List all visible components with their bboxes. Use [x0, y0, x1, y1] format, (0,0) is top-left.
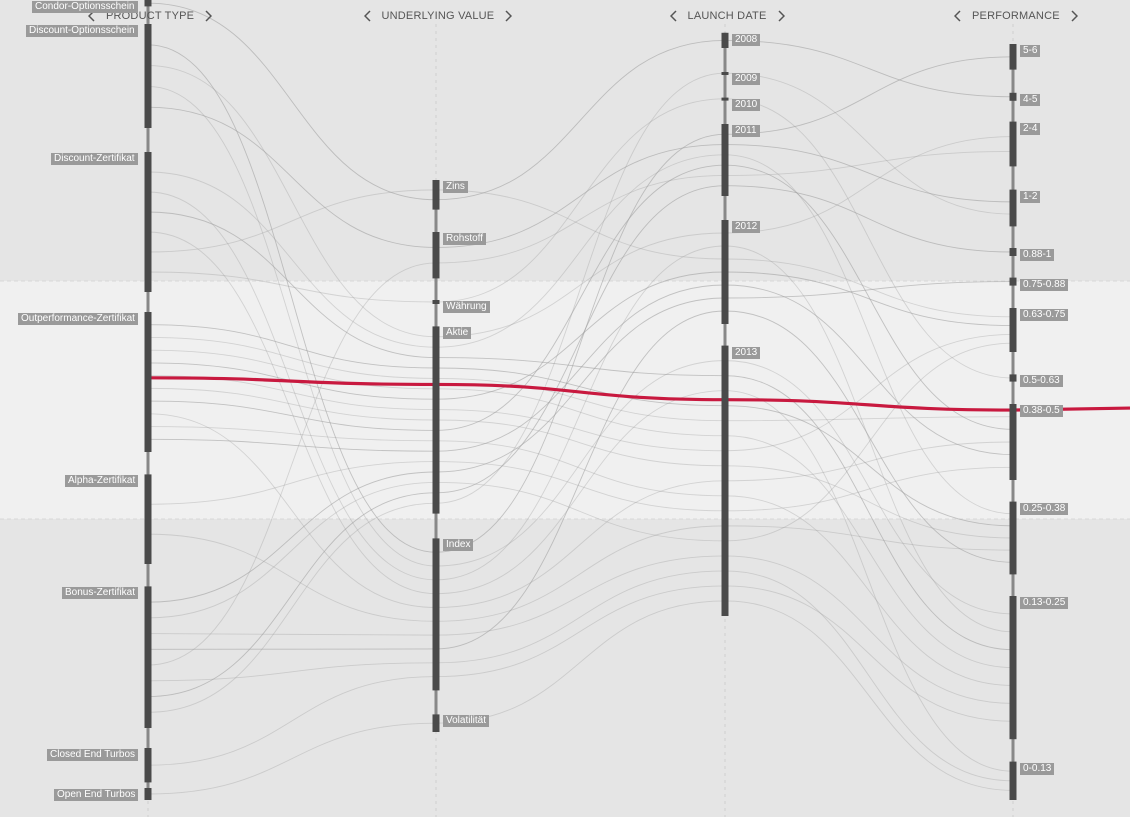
category-bar[interactable]	[144, 152, 152, 292]
dimension-title[interactable]: LAUNCH DATE	[682, 10, 773, 22]
category-label: Volatilität	[443, 715, 490, 728]
category-bar[interactable]	[1009, 189, 1017, 227]
category-bar[interactable]	[721, 97, 729, 101]
category-label: Condor-Optionsschein	[32, 1, 138, 13]
category-bar[interactable]	[1009, 501, 1017, 575]
category-label: 4-5	[1020, 93, 1041, 106]
category-label: 0.5-0.63	[1020, 375, 1063, 388]
ribbon-path[interactable]	[147, 600, 1014, 795]
category-label: 0.25-0.38	[1020, 502, 1069, 515]
chevron-left-icon[interactable]	[666, 8, 682, 24]
category-bar[interactable]	[144, 586, 152, 728]
category-bar[interactable]	[1009, 308, 1017, 352]
category-bar[interactable]	[1009, 596, 1017, 740]
category-label: 1-2	[1020, 190, 1041, 203]
category-label: 0.13-0.25	[1020, 597, 1069, 609]
chevron-right-icon[interactable]	[200, 8, 216, 24]
dimension-title[interactable]: PERFORMANCE	[966, 10, 1066, 22]
category-bar[interactable]	[721, 72, 729, 75]
ribbon-path[interactable]	[147, 555, 1014, 704]
category-label: Discount-Optionsschein	[26, 25, 138, 37]
category-bar[interactable]	[144, 24, 152, 128]
category-bar[interactable]	[432, 232, 440, 279]
category-bar[interactable]	[432, 300, 440, 304]
category-bar[interactable]	[1009, 44, 1017, 70]
chevron-right-icon[interactable]	[773, 8, 789, 24]
category-label: Alpha-Zertifikat	[65, 475, 139, 488]
chevron-left-icon[interactable]	[360, 8, 376, 24]
category-bar[interactable]	[144, 312, 152, 452]
category-bar[interactable]	[432, 538, 440, 691]
category-bar[interactable]	[144, 748, 152, 783]
highlight-band	[0, 281, 1130, 519]
chevron-left-icon[interactable]	[950, 8, 966, 24]
category-label: Discount-Zertifikat	[51, 153, 138, 165]
category-label: 0.63-0.75	[1020, 309, 1069, 321]
dimension-header-underlying_value: UNDERLYING VALUE	[360, 8, 517, 24]
category-bar[interactable]	[432, 180, 440, 210]
category-label: Bonus-Zertifikat	[62, 587, 139, 600]
category-label: 2010	[732, 98, 761, 111]
dimension-header-launch_date: LAUNCH DATE	[666, 8, 789, 24]
category-label: 2013	[732, 346, 761, 359]
parallel-sets-chart	[0, 0, 1130, 817]
category-label: 2012	[732, 221, 761, 233]
ribbon-path[interactable]	[147, 585, 1014, 766]
category-label: 5-6	[1020, 45, 1041, 57]
ribbon-path[interactable]	[147, 2, 1014, 201]
category-bar[interactable]	[144, 788, 152, 800]
category-bar[interactable]	[1009, 761, 1017, 800]
ribbon-path[interactable]	[147, 570, 1014, 782]
category-label: Outperformance-Zertifikat	[18, 313, 138, 325]
category-label: Closed End Turbos	[47, 749, 139, 761]
category-label: 0.38-0.5	[1020, 405, 1063, 417]
category-bar[interactable]	[432, 714, 440, 732]
category-label: 2-4	[1020, 122, 1041, 135]
category-label: 2008	[732, 33, 761, 46]
dimension-title[interactable]: UNDERLYING VALUE	[376, 10, 501, 22]
category-bar[interactable]	[1009, 277, 1017, 286]
dimension-header-performance: PERFORMANCE	[950, 8, 1082, 24]
chevron-right-icon[interactable]	[1066, 8, 1082, 24]
chevron-right-icon[interactable]	[500, 8, 516, 24]
category-bar[interactable]	[721, 220, 729, 324]
category-label: 0.75-0.88	[1020, 278, 1069, 291]
category-label: Rohstoff	[443, 233, 487, 245]
category-bar[interactable]	[1009, 374, 1017, 382]
category-label: 2009	[732, 73, 761, 85]
category-bar[interactable]	[1009, 121, 1017, 167]
ribbon-path[interactable]	[147, 106, 1014, 248]
category-label: Open End Turbos	[54, 789, 139, 801]
category-bar[interactable]	[1009, 92, 1017, 101]
category-bar[interactable]	[432, 326, 440, 514]
category-bar[interactable]	[144, 474, 152, 564]
category-bar[interactable]	[1009, 248, 1017, 256]
category-label: Zins	[443, 181, 468, 193]
category-label: Währung	[443, 301, 490, 313]
category-label: Aktie	[443, 327, 472, 340]
category-label: 0-0.13	[1020, 762, 1055, 775]
category-label: 0.88-1	[1020, 249, 1055, 261]
category-bar[interactable]	[144, 0, 152, 7]
category-bar[interactable]	[1009, 404, 1017, 480]
category-bar[interactable]	[721, 124, 729, 196]
category-label: 2011	[732, 125, 760, 137]
category-bar[interactable]	[721, 345, 729, 616]
category-label: Index	[443, 539, 474, 552]
category-bar[interactable]	[721, 32, 729, 48]
